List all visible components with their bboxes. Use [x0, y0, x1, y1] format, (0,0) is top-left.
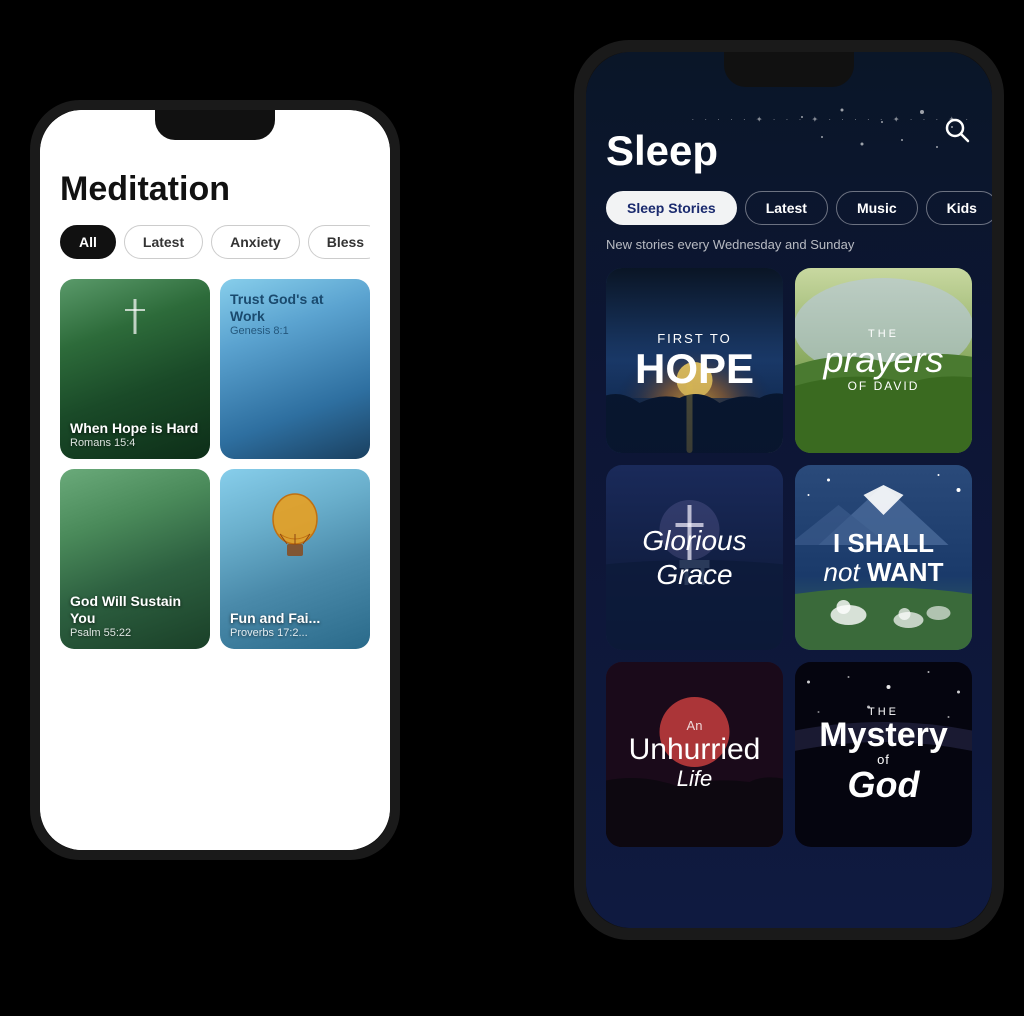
card-title-hope: When Hope is Hard — [70, 420, 198, 437]
hope-line2: HOPE — [635, 348, 754, 390]
sleep-filter-stories[interactable]: Sleep Stories — [606, 191, 737, 225]
sleep-filter-kids[interactable]: Kids — [926, 191, 992, 225]
card-sub-fun: Proverbs 17:2... — [230, 627, 320, 639]
glorious-text: Glorious Grace — [616, 524, 773, 591]
prayers-sub: OF DAVID — [823, 379, 943, 393]
filter-latest[interactable]: Latest — [124, 225, 203, 259]
filter-anxiety[interactable]: Anxiety — [211, 225, 300, 259]
search-icon[interactable] — [944, 117, 972, 145]
sleep-grid: FIRST TO HOPE — [606, 268, 972, 847]
right-phone: Sleep Sleep Stories Latest Music Kids Ne… — [574, 40, 1004, 940]
mystery-main: Mystery — [819, 718, 948, 752]
sleep-card-glorious[interactable]: Glorious Grace — [606, 465, 783, 650]
shall-text: I SHALLnot WANT — [824, 529, 944, 586]
filter-bless[interactable]: Bless — [308, 225, 370, 259]
sleep-card-hope[interactable]: FIRST TO HOPE — [606, 268, 783, 453]
card-sub-hope: Romans 15:4 — [70, 437, 198, 449]
left-phone: Meditation All Latest Anxiety Bless When… — [30, 100, 400, 860]
unhurried-an: An — [629, 718, 761, 733]
prayers-the: THE — [823, 328, 943, 340]
med-card-fun[interactable]: Fun and Fai... Proverbs 17:2... — [220, 469, 370, 649]
sleep-card-prayers[interactable]: THE prayers OF DAVID — [795, 268, 972, 453]
card-sub-trust: Genesis 8:1 — [230, 325, 360, 337]
sleep-card-unhurried[interactable]: An Unhurried Life — [606, 662, 783, 847]
unhurried-main: Unhurried — [629, 733, 761, 766]
meditation-title: Meditation — [60, 170, 370, 209]
card-title-trust: Trust God's at Work — [230, 291, 360, 325]
left-screen: Meditation All Latest Anxiety Bless When… — [40, 110, 390, 850]
card-title-fun: Fun and Fai... — [230, 610, 320, 627]
card-sub-sustain: Psalm 55:22 — [70, 627, 200, 639]
unhurried-life: Life — [629, 766, 761, 792]
meditation-filters: All Latest Anxiety Bless — [60, 225, 370, 259]
right-screen: Sleep Sleep Stories Latest Music Kids Ne… — [586, 52, 992, 928]
med-card-trust[interactable]: Trust God's at Work Genesis 8:1 — [220, 279, 370, 459]
sleep-filters: Sleep Stories Latest Music Kids — [606, 191, 972, 225]
prayers-main: prayers — [823, 340, 943, 380]
sleep-card-mystery[interactable]: THE Mystery of God — [795, 662, 972, 847]
med-card-hope[interactable]: When Hope is Hard Romans 15:4 — [60, 279, 210, 459]
balloon-icon — [265, 489, 325, 569]
stars-decoration — [782, 102, 962, 162]
meditation-screen: Meditation All Latest Anxiety Bless When… — [40, 110, 390, 850]
med-card-sustain[interactable]: God Will Sustain You Psalm 55:22 — [60, 469, 210, 649]
sleep-filter-latest[interactable]: Latest — [745, 191, 828, 225]
mystery-god: God — [819, 767, 948, 803]
sleep-screen: Sleep Sleep Stories Latest Music Kids Ne… — [586, 52, 992, 928]
right-notch — [724, 52, 854, 87]
scene: Meditation All Latest Anxiety Bless When… — [0, 0, 1024, 1016]
sleep-filter-music[interactable]: Music — [836, 191, 918, 225]
sleep-card-shall[interactable]: I SHALLnot WANT — [795, 465, 972, 650]
hope-line1: FIRST TO — [635, 331, 754, 346]
card-title-sustain: God Will Sustain You — [70, 593, 200, 627]
filter-all[interactable]: All — [60, 225, 116, 259]
sleep-subtitle: New stories every Wednesday and Sunday — [606, 237, 972, 252]
left-notch — [155, 110, 275, 140]
meditation-grid: When Hope is Hard Romans 15:4 Trust God'… — [60, 279, 370, 649]
